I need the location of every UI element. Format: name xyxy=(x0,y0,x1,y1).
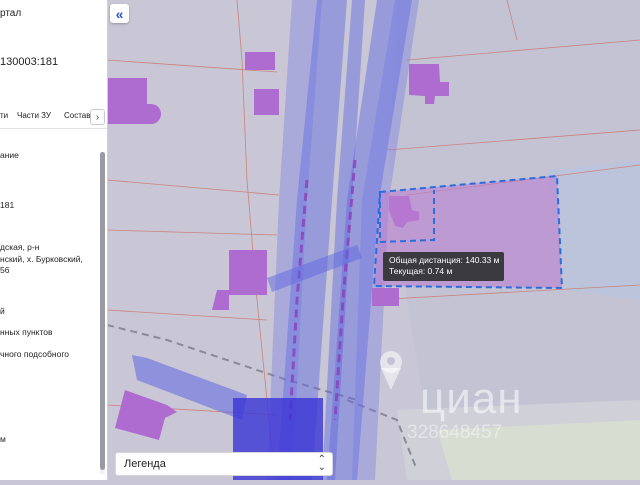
info-panel: ртал 130003:181 ти Части ЗУ Состав › ани… xyxy=(0,0,108,480)
tab-composition[interactable]: Состав xyxy=(64,111,91,120)
measure-tooltip: Общая дистанция: 140.33 м Текущая: 0.74 … xyxy=(383,252,504,281)
scrollbar-thumb[interactable] xyxy=(100,152,105,470)
field-address-line1: дская, р-н xyxy=(0,242,40,252)
field-usage: чного подсобного xyxy=(0,349,69,359)
tabs-next-button[interactable]: › xyxy=(90,109,105,125)
map-canvas[interactable] xyxy=(106,0,640,481)
tab-parts[interactable]: Части ЗУ xyxy=(17,111,51,120)
chevron-up-down-icon: ⌃ ⌄ xyxy=(317,454,326,473)
collapse-panel-button[interactable]: « xyxy=(110,4,129,23)
field-category-line1: й xyxy=(0,306,5,316)
field-number: 181 xyxy=(0,200,15,210)
tab-info[interactable]: ти xyxy=(0,111,8,120)
field-name: ание xyxy=(0,150,19,160)
field-address-line2: нский, х. Бурковский, xyxy=(0,254,83,264)
double-chevron-left-icon: « xyxy=(115,5,124,22)
legend-label: Легенда xyxy=(124,458,166,470)
watermark-id: 328648457 xyxy=(407,422,503,443)
field-address-line3: 56 xyxy=(0,265,10,275)
cadastral-number: 130003:181 xyxy=(0,56,59,68)
field-area: м xyxy=(0,434,6,444)
current-distance: Текущая: 0.74 м xyxy=(389,266,453,276)
cian-watermark: циан xyxy=(420,374,523,423)
portal-label: ртал xyxy=(0,8,22,19)
field-category-line2: нных пунктов xyxy=(0,327,53,337)
legend-select[interactable]: Легенда ⌃ ⌄ xyxy=(115,452,333,476)
total-distance: Общая дистанция: 140.33 м xyxy=(389,255,500,265)
